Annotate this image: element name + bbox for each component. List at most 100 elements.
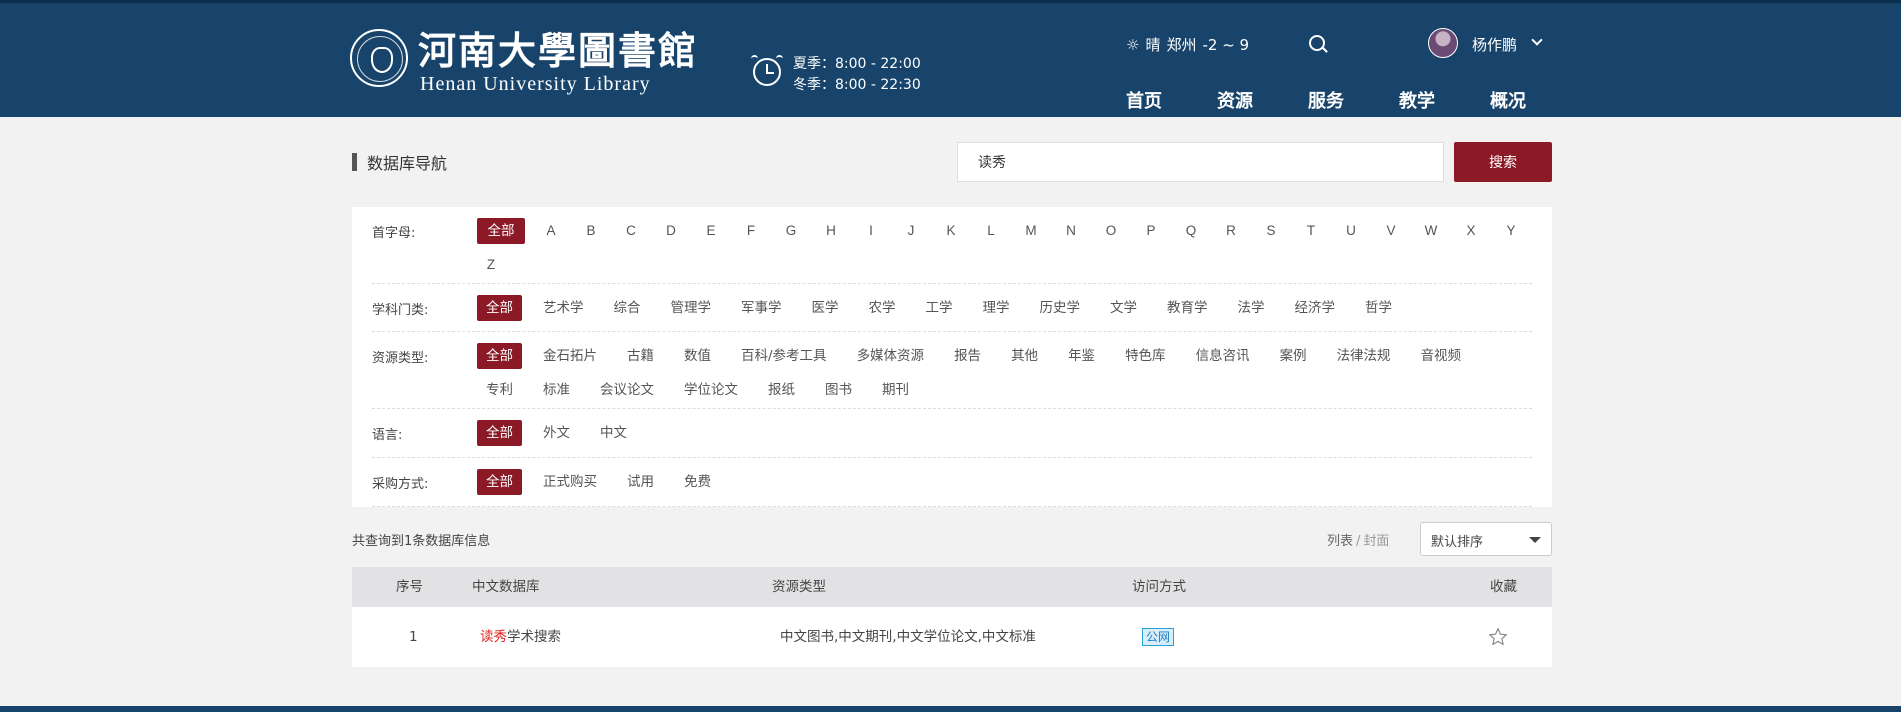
page-title: 数据库导航 [367,154,448,173]
resource-types: 中文图书,中文期刊,中文学位论文,中文标准 [780,629,1036,645]
resource-type-option[interactable]: 期刊 [873,377,918,403]
subject-option[interactable]: 工学 [917,295,962,321]
nav-resources[interactable]: 资源 [1217,87,1308,113]
letter-option[interactable]: Y [1497,218,1525,244]
col-header-type: 资源类型 [772,579,826,595]
resource-type-option[interactable]: 法律法规 [1328,343,1400,369]
resource-type-option[interactable]: 报纸 [759,377,804,403]
language-option[interactable]: 外文 [534,420,579,446]
search-button[interactable]: 搜索 [1454,142,1552,182]
letter-option[interactable]: Z [477,252,505,278]
resource-type-option[interactable]: 学位论文 [675,377,747,403]
resource-type-option[interactable]: 标准 [534,377,579,403]
subject-option[interactable]: 文学 [1101,295,1146,321]
letter-option[interactable]: O [1097,218,1125,244]
letter-option[interactable]: U [1337,218,1365,244]
letter-option[interactable]: T [1297,218,1325,244]
resource-type-option[interactable]: 案例 [1271,343,1316,369]
chevron-down-icon[interactable] [1531,34,1543,46]
letter-option[interactable]: I [857,218,885,244]
subject-option[interactable]: 农学 [860,295,905,321]
subject-option[interactable]: 教育学 [1158,295,1217,321]
resource-type-option[interactable]: 报告 [945,343,990,369]
view-list-link[interactable]: 列表 [1327,534,1353,549]
search-icon[interactable] [1309,35,1325,51]
subject-option[interactable]: 哲学 [1356,295,1401,321]
nav-overview[interactable]: 概况 [1490,87,1581,113]
winter-hours: 冬季：8:00 - 22:30 [793,77,921,93]
letter-option[interactable]: N [1057,218,1085,244]
subject-option[interactable]: 管理学 [662,295,721,321]
nav-services[interactable]: 服务 [1308,87,1399,113]
resource-type-option[interactable]: 金石拓片 [534,343,606,369]
resource-type-option[interactable]: 特色库 [1116,343,1175,369]
library-logo[interactable]: 河南大學圖書館 Henan University Library [350,28,700,99]
subject-option[interactable]: 军事学 [732,295,791,321]
resource-type-option[interactable]: 专利 [477,377,522,403]
view-cover-link[interactable]: 封面 [1363,534,1389,549]
subject-option[interactable]: 全部 [477,295,522,321]
weather-city: 郑州 [1166,36,1197,54]
resource-type-option[interactable]: 信息咨讯 [1187,343,1259,369]
resource-type-option[interactable]: 其他 [1002,343,1047,369]
search-input[interactable] [957,142,1444,182]
resource-type-option[interactable]: 古籍 [618,343,663,369]
resource-type-option[interactable]: 会议论文 [591,377,663,403]
filter-options: 全部 正式购买 试用 免费 [477,469,1537,495]
letter-option[interactable]: W [1417,218,1445,244]
avatar[interactable] [1428,28,1458,58]
sort-select[interactable]: 默认排序 [1420,522,1552,556]
letter-option[interactable]: Q [1177,218,1205,244]
letter-option[interactable]: K [937,218,965,244]
view-separator: / [1356,534,1361,549]
subject-option[interactable]: 医学 [803,295,848,321]
letter-option[interactable]: P [1137,218,1165,244]
subject-option[interactable]: 历史学 [1031,295,1090,321]
letter-option[interactable]: J [897,218,925,244]
letter-option[interactable]: F [737,218,765,244]
letter-option[interactable]: B [577,218,605,244]
subject-option[interactable]: 经济学 [1286,295,1345,321]
purchase-option[interactable]: 正式购买 [534,469,606,495]
purchase-option[interactable]: 试用 [618,469,663,495]
letter-option[interactable]: 全部 [477,218,525,244]
resource-type-option[interactable]: 音视频 [1412,343,1471,369]
letter-option[interactable]: L [977,218,1005,244]
subject-option[interactable]: 理学 [974,295,1019,321]
user-name[interactable]: 杨作鹏 [1472,34,1517,55]
letter-option[interactable]: G [777,218,805,244]
letter-option[interactable]: D [657,218,685,244]
resource-type-option[interactable]: 数值 [675,343,720,369]
resource-type-option[interactable]: 百科/参考工具 [732,343,836,369]
letter-option[interactable]: H [817,218,845,244]
letter-option[interactable]: S [1257,218,1285,244]
language-option[interactable]: 全部 [477,420,522,446]
university-seal-icon [350,29,408,87]
letter-option[interactable]: E [697,218,725,244]
resource-type-option[interactable]: 全部 [477,343,522,369]
letter-option[interactable]: C [617,218,645,244]
col-header-name: 中文数据库 [472,579,540,595]
star-icon[interactable] [1488,627,1508,647]
logo-english-name: Henan University Library [420,73,651,95]
resource-type-option[interactable]: 年鉴 [1059,343,1104,369]
access-badge[interactable]: 公网 [1142,628,1175,646]
resource-type-option[interactable]: 多媒体资源 [848,343,934,369]
letter-option[interactable]: V [1377,218,1405,244]
database-name-link[interactable]: 读秀学术搜索 [480,607,561,667]
letter-option[interactable]: R [1217,218,1245,244]
resource-type-option[interactable]: 图书 [816,377,861,403]
language-option[interactable]: 中文 [591,420,636,446]
subject-option[interactable]: 艺术学 [534,295,593,321]
nav-teaching[interactable]: 教学 [1399,87,1490,113]
col-header-no: 序号 [396,579,423,595]
nav-home[interactable]: 首页 [1126,87,1217,113]
filter-row-resource-type: 资源类型: 全部 金石拓片 古籍 数值 百科/参考工具 多媒体资源 报告 其他 年鉴 特色库 信息咨… [372,332,1532,409]
subject-option[interactable]: 综合 [605,295,650,321]
subject-option[interactable]: 法学 [1229,295,1274,321]
letter-option[interactable]: M [1017,218,1045,244]
purchase-option[interactable]: 全部 [477,469,522,495]
purchase-option[interactable]: 免费 [675,469,720,495]
letter-option[interactable]: X [1457,218,1485,244]
letter-option[interactable]: A [537,218,565,244]
